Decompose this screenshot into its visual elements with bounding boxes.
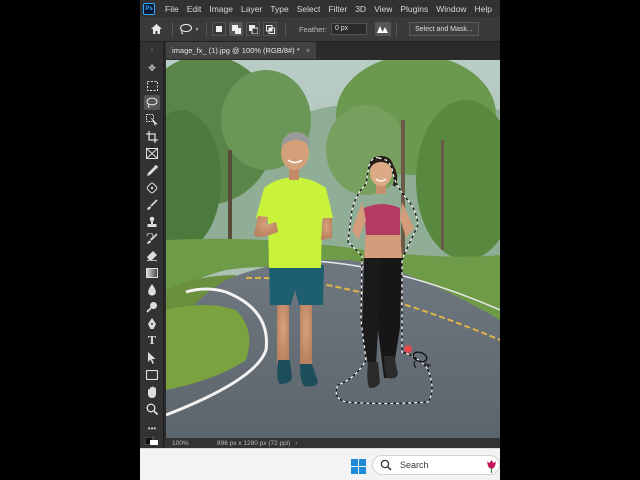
menu-filter[interactable]: Filter — [324, 4, 351, 14]
history-brush-icon[interactable] — [144, 231, 160, 246]
eyedropper-tool-icon[interactable] — [144, 163, 160, 178]
menu-file[interactable]: File — [161, 4, 183, 14]
move-tool-icon[interactable]: ✥ — [144, 61, 160, 76]
ps-logo: Ps — [143, 2, 155, 15]
healing-brush-icon[interactable] — [144, 180, 160, 195]
clone-stamp-icon[interactable] — [144, 214, 160, 229]
windows-taskbar: Search — [140, 448, 500, 480]
path-select-icon[interactable] — [144, 350, 160, 365]
intersect-selection-button[interactable] — [263, 22, 277, 36]
options-bar: ▾ Feather: 0 px Select and Mask... — [140, 17, 500, 42]
menu-help[interactable]: Help — [470, 4, 495, 14]
brush-tool-icon[interactable] — [144, 197, 160, 212]
crop-tool-icon[interactable] — [144, 129, 160, 144]
home-icon[interactable] — [149, 22, 164, 37]
menu-edit[interactable]: Edit — [183, 4, 206, 14]
document-tab-title: image_fx_ (1).jpg @ 100% (RGB/8#) * — [172, 46, 300, 55]
intersect-selection-icon — [265, 24, 275, 34]
divider — [395, 21, 397, 37]
search-icon — [380, 459, 393, 472]
close-icon[interactable]: × — [306, 46, 310, 55]
square-icon — [216, 26, 222, 32]
blur-tool-icon[interactable] — [144, 282, 160, 297]
eraser-tool-icon[interactable] — [144, 248, 160, 263]
menu-window[interactable]: Window — [432, 4, 470, 14]
chevron-down-icon[interactable]: ▾ — [193, 22, 201, 37]
search-placeholder: Search — [400, 460, 429, 470]
menu-view[interactable]: View — [370, 4, 396, 14]
menu-type[interactable]: Type — [266, 4, 292, 14]
menu-layer[interactable]: Layer — [237, 4, 266, 14]
menu-3d[interactable]: 3D — [351, 4, 370, 14]
dodge-tool-icon[interactable] — [144, 299, 160, 314]
lasso-icon[interactable] — [178, 22, 193, 37]
divider — [285, 21, 286, 37]
flower-icon — [486, 459, 497, 476]
taskbar-search-box[interactable]: Search — [372, 455, 500, 475]
tools-panel: » ✥ T ••• — [140, 42, 164, 448]
pen-tool-icon[interactable] — [144, 316, 160, 331]
menu-bar: Ps File Edit Image Layer Type Select Fil… — [140, 0, 500, 17]
anti-alias-icon[interactable] — [374, 22, 391, 36]
menu-plugins[interactable]: Plugins — [396, 4, 432, 14]
document-canvas[interactable] — [166, 60, 500, 438]
select-and-mask-button[interactable]: Select and Mask... — [408, 22, 479, 36]
lasso-tool-icon[interactable] — [144, 95, 160, 110]
type-tool-icon[interactable]: T — [144, 333, 160, 348]
document-size: 896 px x 1280 px (72 ppi) — [217, 439, 291, 447]
zoom-level[interactable]: 100% — [172, 440, 212, 447]
color-swatches-icon[interactable] — [144, 436, 160, 446]
feather-input[interactable]: 0 px — [330, 23, 367, 35]
menu-image[interactable]: Image — [205, 4, 237, 14]
status-bar: 100% 896 px x 1280 px (72 ppi) › — [165, 438, 500, 448]
gradient-tool-icon[interactable] — [144, 265, 160, 280]
photo-image — [166, 60, 500, 438]
menu-select[interactable]: Select — [293, 4, 325, 14]
subtract-selection-button[interactable] — [246, 22, 260, 36]
frame-tool-icon[interactable] — [144, 146, 160, 161]
divider — [172, 21, 173, 37]
hand-tool-icon[interactable] — [144, 384, 160, 399]
add-selection-icon — [231, 24, 241, 34]
add-selection-button[interactable] — [229, 22, 243, 36]
windows-start-icon[interactable] — [351, 459, 366, 474]
document-tab[interactable]: image_fx_ (1).jpg @ 100% (RGB/8#) * × — [166, 42, 317, 59]
subtract-selection-icon — [248, 24, 258, 34]
marquee-tool-icon[interactable] — [144, 78, 160, 93]
new-selection-button[interactable] — [212, 22, 226, 36]
object-select-tool-icon[interactable] — [144, 112, 160, 127]
feather-label: Feather: — [299, 24, 327, 34]
zoom-tool-icon[interactable] — [144, 401, 160, 416]
chevron-right-icon[interactable]: › — [295, 440, 297, 447]
shape-tool-icon[interactable] — [144, 367, 160, 382]
more-tools-icon[interactable]: ••• — [144, 421, 160, 436]
document-tab-bar: image_fx_ (1).jpg @ 100% (RGB/8#) * × — [165, 42, 500, 59]
photoshop-window: Ps File Edit Image Layer Type Select Fil… — [140, 0, 500, 480]
panel-collapse-icon[interactable]: » — [144, 47, 160, 53]
divider — [206, 21, 207, 37]
